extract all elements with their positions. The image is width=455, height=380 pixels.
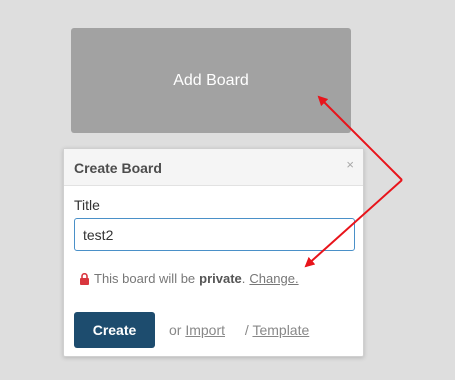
popup-header: Create Board × xyxy=(64,149,363,186)
popup-title: Create Board xyxy=(74,160,162,176)
change-privacy-link[interactable]: Change. xyxy=(249,271,298,286)
privacy-level: private xyxy=(199,271,242,286)
slash-separator: / xyxy=(244,322,249,338)
or-text: or xyxy=(169,322,182,338)
add-board-label: Add Board xyxy=(173,71,249,89)
close-icon[interactable]: × xyxy=(346,158,354,171)
privacy-notice: This board will be private. Change. xyxy=(80,271,299,286)
import-link[interactable]: Import xyxy=(185,322,225,338)
privacy-text: This board will be xyxy=(94,271,196,286)
add-board-tile[interactable]: Add Board xyxy=(71,28,351,133)
title-field-label: Title xyxy=(74,197,100,213)
lock-icon xyxy=(80,272,89,285)
board-title-input[interactable] xyxy=(74,218,355,251)
privacy-period: . xyxy=(241,271,246,286)
template-link[interactable]: Template xyxy=(252,322,309,338)
create-button[interactable]: Create xyxy=(74,312,155,348)
create-board-popup: Create Board × Title This board will be … xyxy=(63,148,364,357)
alternative-options: or Import / Template xyxy=(169,322,309,338)
